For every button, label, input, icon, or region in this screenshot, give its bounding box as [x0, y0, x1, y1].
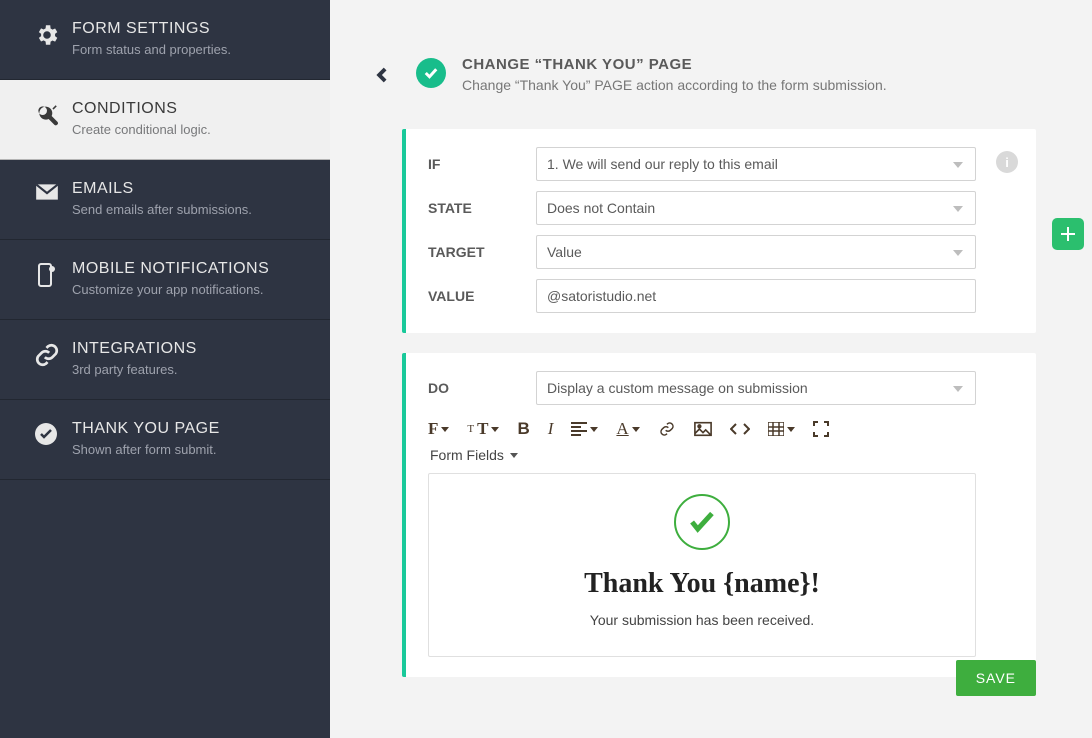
form-fields-dropdown[interactable]: Form Fields — [430, 447, 976, 463]
condition-panel: i IF 1. We will send our reply to this e… — [402, 129, 1036, 333]
state-label: STATE — [428, 200, 536, 216]
sidebar-item-sub: Customize your app notifications. — [72, 282, 269, 297]
sidebar-item-mobile-notifications[interactable]: MOBILE NOTIFICATIONS Customize your app … — [0, 240, 330, 320]
align-button[interactable] — [571, 422, 598, 436]
target-select[interactable]: Value — [536, 235, 976, 269]
check-circle-icon — [34, 420, 72, 446]
sidebar-item-label: MOBILE NOTIFICATIONS — [72, 260, 269, 278]
link-button[interactable] — [658, 421, 676, 437]
tools-icon — [34, 100, 72, 128]
editor-toolbar: F TT B I A — [428, 419, 976, 439]
gear-icon — [34, 20, 72, 48]
sidebar-item-emails[interactable]: EMAILS Send emails after submissions. — [0, 160, 330, 240]
font-color-button[interactable]: A — [616, 419, 639, 439]
thankyou-heading: Thank You {name}! — [443, 568, 961, 600]
sidebar-item-sub: Shown after form submit. — [72, 442, 220, 457]
mobile-icon — [34, 260, 72, 288]
sidebar-item-label: CONDITIONS — [72, 100, 211, 118]
main-area: CHANGE “THANK YOU” PAGE Change “Thank Yo… — [330, 0, 1092, 738]
value-label: VALUE — [428, 288, 536, 304]
sidebar-item-thank-you-page[interactable]: THANK YOU PAGE Shown after form submit. — [0, 400, 330, 480]
state-select[interactable]: Does not Contain — [536, 191, 976, 225]
sidebar-item-sub: Send emails after submissions. — [72, 202, 252, 217]
bold-button[interactable]: B — [517, 419, 529, 439]
code-button[interactable] — [730, 422, 750, 436]
form-fields-label: Form Fields — [430, 447, 504, 463]
rich-text-editor[interactable]: Thank You {name}! Your submission has be… — [428, 473, 976, 657]
do-action-select[interactable]: Display a custom message on submission — [536, 371, 976, 405]
sidebar-item-label: EMAILS — [72, 180, 252, 198]
header: CHANGE “THANK YOU” PAGE Change “Thank Yo… — [330, 0, 1092, 103]
font-size-button[interactable]: TT — [467, 419, 499, 439]
image-button[interactable] — [694, 421, 712, 437]
sidebar-item-sub: Form status and properties. — [72, 42, 231, 57]
page-subtitle: Change “Thank You” PAGE action according… — [462, 77, 887, 93]
envelope-icon — [34, 180, 72, 202]
save-button[interactable]: SAVE — [956, 660, 1036, 696]
italic-button[interactable]: I — [548, 419, 554, 439]
link-icon — [34, 340, 72, 368]
do-label: DO — [428, 380, 536, 396]
font-family-button[interactable]: F — [428, 419, 449, 439]
add-condition-button[interactable] — [1052, 218, 1084, 250]
sidebar-item-sub: Create conditional logic. — [72, 122, 211, 137]
target-label: TARGET — [428, 244, 536, 260]
if-label: IF — [428, 156, 536, 172]
sidebar: FORM SETTINGS Form status and properties… — [0, 0, 330, 738]
success-check-icon — [674, 494, 730, 550]
check-badge-icon — [416, 58, 446, 88]
fullscreen-button[interactable] — [813, 421, 829, 437]
chevron-down-icon — [510, 453, 518, 458]
sidebar-item-sub: 3rd party features. — [72, 362, 197, 377]
sidebar-item-label: FORM SETTINGS — [72, 20, 231, 38]
sidebar-item-conditions[interactable]: CONDITIONS Create conditional logic. — [0, 80, 330, 160]
sidebar-item-label: THANK YOU PAGE — [72, 420, 220, 438]
table-button[interactable] — [768, 422, 795, 436]
info-icon[interactable]: i — [996, 151, 1018, 173]
sidebar-item-form-settings[interactable]: FORM SETTINGS Form status and properties… — [0, 0, 330, 80]
value-input[interactable] — [536, 279, 976, 313]
sidebar-item-integrations[interactable]: INTEGRATIONS 3rd party features. — [0, 320, 330, 400]
if-field-select[interactable]: 1. We will send our reply to this email — [536, 147, 976, 181]
sidebar-item-label: INTEGRATIONS — [72, 340, 197, 358]
page-title: CHANGE “THANK YOU” PAGE — [462, 56, 887, 73]
back-button[interactable] — [370, 61, 392, 89]
action-panel: DO Display a custom message on submissio… — [402, 353, 1036, 677]
thankyou-subtext: Your submission has been received. — [443, 612, 961, 628]
